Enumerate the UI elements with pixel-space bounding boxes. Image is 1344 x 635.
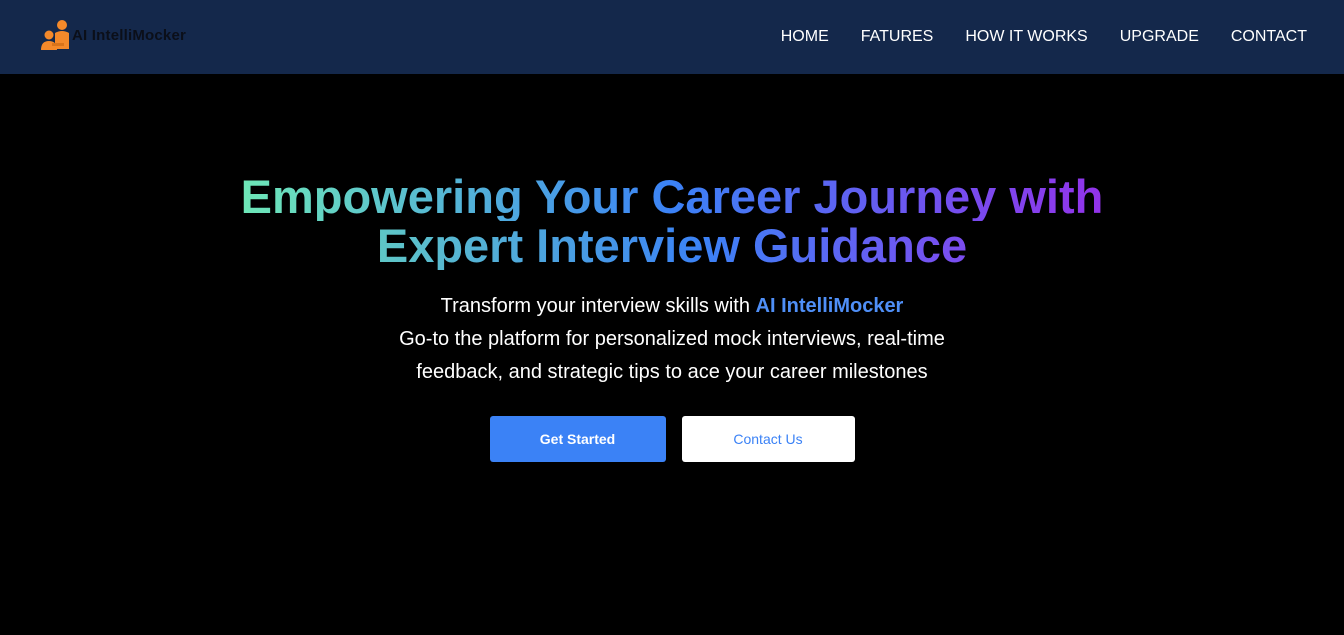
hero-tagline-text: Transform your interview skills with: [440, 295, 756, 317]
hero-title: Empowering Your Career Journey with Expe…: [0, 172, 1344, 270]
hero-description-line-1: Go-to the platform for personalized mock…: [399, 328, 945, 350]
hero-subtitle: Transform your interview skills with AI …: [0, 290, 1344, 389]
nav-features-link[interactable]: FATURES: [861, 28, 934, 46]
hero-title-line-1: Empowering Your Career Journey with: [240, 170, 1104, 223]
person-interview-icon: [41, 20, 69, 50]
brand-name: AI IntelliMocker: [72, 27, 187, 44]
main-navigation: HOME FATURES HOW IT WORKS UPGRADE CONTAC…: [749, 0, 1307, 74]
hero-brand-highlight: AI IntelliMocker: [755, 295, 904, 317]
brand-logo[interactable]: AI IntelliMocker: [38, 18, 186, 54]
top-navbar: AI IntelliMocker HOME FATURES HOW IT WOR…: [0, 0, 1344, 74]
hero-tagline: Transform your interview skills with AI …: [0, 290, 1344, 323]
hero-title-line-2: Expert Interview Guidance: [376, 219, 968, 272]
hero-actions: Get Started Contact Us: [0, 416, 1344, 462]
hero-description-line-2: feedback, and strategic tips to ace your…: [416, 361, 928, 383]
get-started-button[interactable]: Get Started: [489, 416, 666, 462]
contact-us-button[interactable]: Contact Us: [681, 416, 855, 462]
hero-section: Empowering Your Career Journey with Expe…: [0, 74, 1344, 635]
nav-upgrade-link[interactable]: UPGRADE: [1120, 28, 1199, 46]
nav-how-it-works-link[interactable]: HOW IT WORKS: [965, 28, 1087, 46]
nav-home-link[interactable]: HOME: [781, 28, 829, 46]
nav-contact-link[interactable]: CONTACT: [1231, 28, 1307, 46]
